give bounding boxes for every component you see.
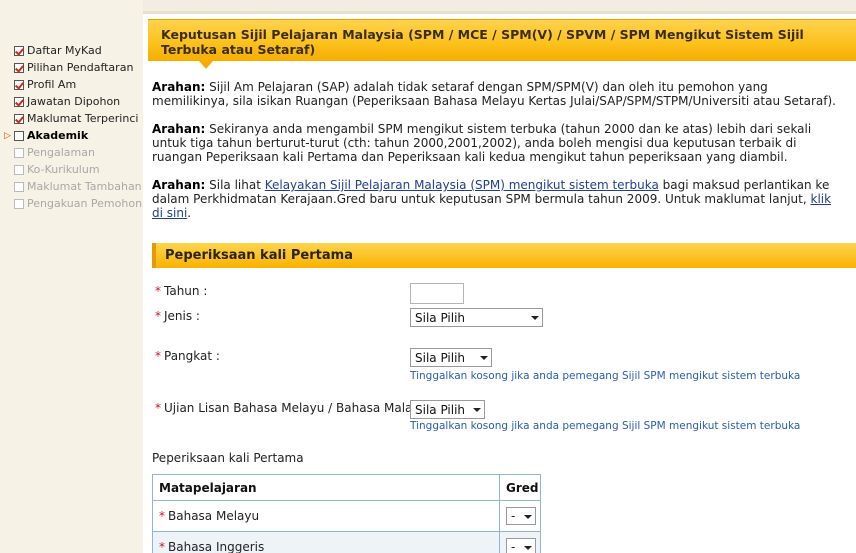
instruction-3-lead: Arahan: (152, 178, 206, 192)
jenis-label-text: Jenis : (164, 309, 200, 323)
grade-cell: - (499, 531, 541, 553)
instruction-3-end: . (187, 206, 192, 220)
sidebar-item-jawatan-dipohon[interactable]: Jawatan Dipohon (14, 94, 120, 109)
sidebar-item-label: Pilihan Pendaftaran (27, 61, 134, 74)
spm-qualification-link[interactable]: Kelayakan Sijil Pelajaran Malaysia (SPM)… (265, 178, 659, 192)
sidebar-item-label: Ko-Kurikulum (27, 163, 100, 176)
sidebar-item-daftar-mykad[interactable]: Daftar MyKad (14, 43, 102, 58)
grade-select[interactable]: - (506, 507, 536, 525)
instruction-3-pre: Sila lihat (205, 178, 265, 192)
jenis-select[interactable]: Sila Pilih (410, 308, 543, 327)
empty-checkbox-icon (14, 181, 24, 192)
table-row: * Bahasa Inggeris - (152, 531, 541, 553)
sidebar-item-label: Profil Am (27, 78, 77, 91)
tahun-input[interactable] (410, 283, 464, 304)
tahun-label-text: Tahun : (164, 284, 208, 298)
instruction-1: Arahan: Sijil Am Pelajaran (SAP) adalah … (152, 80, 842, 108)
checked-checkbox-icon (14, 79, 24, 90)
sidebar-item-ko-kurikulum: Ko-Kurikulum (14, 162, 100, 177)
sidebar-item-akademik[interactable]: ▷ Akademik (4, 128, 88, 143)
ujian-lisan-hint: Tinggalkan kosong jika anda pemegang Sij… (410, 420, 801, 432)
empty-checkbox-icon (14, 147, 24, 158)
column-header-grade: Gred (499, 474, 541, 501)
top-strip (143, 0, 856, 14)
empty-checkbox-icon (14, 164, 24, 175)
ujian-lisan-select[interactable]: Sila Pilih (410, 400, 485, 419)
subject-name: Bahasa Inggeris (168, 540, 265, 553)
grade-select-value: - (511, 540, 516, 553)
checked-checkbox-icon (14, 96, 24, 107)
checked-checkbox-icon (14, 113, 24, 124)
pangkat-hint: Tinggalkan kosong jika anda pemegang Sij… (410, 370, 801, 382)
required-marker: * (159, 509, 165, 523)
required-marker: * (159, 540, 165, 553)
pangkat-select[interactable]: Sila Pilih (410, 348, 492, 367)
sidebar-item-label: Maklumat Tambahan (27, 180, 142, 193)
checked-checkbox-icon (14, 62, 24, 73)
results-table: Matapelajaran Gred * Bahasa Melayu - * Bah… (152, 474, 541, 553)
sidebar-item-profil-am[interactable]: Profil Am (14, 77, 76, 92)
instruction-2-lead: Arahan: (152, 122, 206, 136)
grade-select-value: - (511, 509, 516, 523)
sidebar: Daftar MyKad Pilihan Pendaftaran Profil Am… (0, 0, 143, 553)
chevron-down-icon (480, 356, 488, 360)
table-row: * Bahasa Melayu - (152, 500, 541, 532)
grade-cell: - (499, 500, 541, 532)
sidebar-item-label: Pengalaman (27, 146, 95, 159)
pangkat-select-value: Sila Pilih (415, 350, 466, 365)
sidebar-item-pengalaman: Pengalaman (14, 145, 95, 160)
jenis-select-value: Sila Pilih (415, 310, 466, 325)
sidebar-item-label: Maklumat Terperinci (27, 112, 139, 125)
page-title: Keputusan Sijil Pelajaran Malaysia (SPM … (161, 27, 804, 57)
chevron-down-icon (524, 515, 532, 519)
instruction-1-lead: Arahan: (152, 80, 206, 94)
tahun-label: * Tahun : (155, 284, 207, 298)
sidebar-item-label: Daftar MyKad (27, 44, 102, 57)
section-title: Peperiksaan kali Pertama (165, 248, 353, 263)
sidebar-item-pilihan-pendaftaran[interactable]: Pilihan Pendaftaran (14, 60, 133, 75)
chevron-down-icon (473, 408, 481, 412)
required-marker: * (155, 284, 161, 298)
empty-checkbox-icon (14, 198, 24, 209)
sidebar-item-label: Pengakuan Pemohon (27, 197, 143, 210)
table-header-row: Matapelajaran Gred (152, 474, 541, 501)
instruction-2: Arahan: Sekiranya anda mengambil SPM men… (152, 122, 842, 164)
ujian-lisan-label: * Ujian Lisan Bahasa Melayu / Bahasa Mala… (155, 401, 444, 415)
section-header: Peperiksaan kali Pertama (152, 243, 856, 268)
pangkat-label-text: Pangkat : (164, 349, 220, 363)
chevron-down-icon (524, 546, 532, 550)
header-pointer (199, 61, 213, 69)
jenis-label: * Jenis : (155, 309, 200, 323)
required-marker: * (155, 309, 161, 323)
ujian-lisan-select-value: Sila Pilih (415, 402, 466, 417)
sidebar-item-pengakuan-pemohon: Pengakuan Pemohon (14, 196, 142, 211)
subject-name: Bahasa Melayu (168, 509, 260, 523)
subject-cell: * Bahasa Melayu (152, 500, 500, 532)
sidebar-item-label: Akademik (27, 129, 89, 142)
column-header-subject: Matapelajaran (152, 474, 500, 501)
required-marker: * (155, 349, 161, 363)
results-label: Peperiksaan kali Pertama (152, 451, 304, 465)
sidebar-item-maklumat-terperinci[interactable]: Maklumat Terperinci (14, 111, 138, 126)
subject-cell: * Bahasa Inggeris (152, 531, 500, 553)
page-header: Keputusan Sijil Pelajaran Malaysia (SPM … (148, 19, 856, 61)
required-marker: * (155, 401, 161, 415)
main-content: Keputusan Sijil Pelajaran Malaysia (SPM … (143, 0, 856, 553)
instruction-1-text: Sijil Am Pelajaran (SAP) adalah tidak se… (152, 80, 836, 108)
pangkat-label: * Pangkat : (155, 349, 220, 363)
grade-select[interactable]: - (506, 538, 536, 553)
ujian-lisan-label-text: Ujian Lisan Bahasa Melayu / Bahasa Malay… (164, 401, 445, 415)
instruction-3: Arahan: Sila lihat Kelayakan Sijil Pelaj… (152, 178, 842, 220)
sidebar-item-label: Jawatan Dipohon (27, 95, 121, 108)
chevron-down-icon (531, 316, 539, 320)
instruction-2-text: Sekiranya anda mengambil SPM mengikut si… (152, 122, 812, 164)
sidebar-item-maklumat-tambahan: Maklumat Tambahan (14, 179, 142, 194)
empty-checkbox-icon (14, 130, 24, 141)
checked-checkbox-icon (14, 45, 24, 56)
current-step-arrow-icon: ▷ (4, 130, 11, 141)
